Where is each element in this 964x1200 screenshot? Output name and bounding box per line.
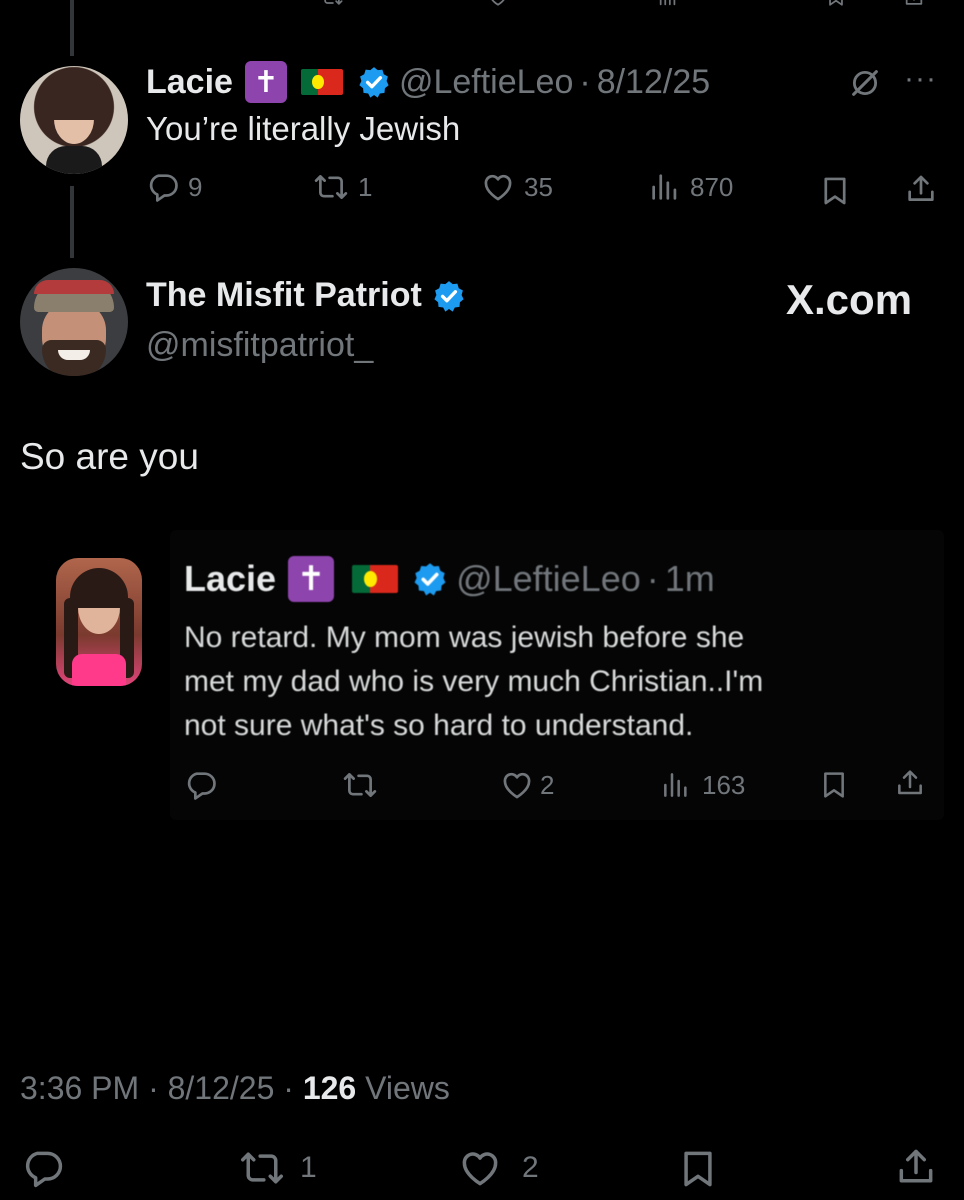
bookmark-icon-partial[interactable]: [822, 0, 850, 8]
embedded-views-count: 163: [702, 769, 746, 800]
embedded-like-count: 2: [540, 769, 555, 800]
embedded-tweet-time: 1m: [664, 558, 715, 599]
bookmark-icon: [818, 768, 850, 802]
repost-icon: [236, 1146, 288, 1190]
embedded-like: 2: [500, 768, 554, 802]
dot-separator: ·: [274, 1070, 303, 1106]
dot-separator: ·: [139, 1070, 168, 1106]
like-button[interactable]: 35: [480, 170, 553, 204]
tweet-text: You’re literally Jewish: [146, 110, 461, 147]
embedded-text-line: met my dad who is very much Christian..I…: [184, 665, 764, 698]
views-icon: [660, 768, 692, 802]
views-button[interactable]: 870: [648, 170, 733, 204]
embedded-author-name: Lacie: [184, 558, 277, 599]
embedded-avatar: [56, 558, 142, 686]
main-tweet-header: The Misfit Patriot: [146, 276, 466, 315]
share-icon[interactable]: [904, 172, 938, 206]
reply-icon: [184, 768, 218, 802]
like-count: 2: [522, 1151, 539, 1184]
author-name[interactable]: Lacie: [146, 63, 233, 102]
thread-line-top: [70, 0, 74, 56]
verified-icon: [432, 279, 466, 313]
like-count: 35: [524, 171, 553, 202]
reply-button[interactable]: 9: [146, 170, 202, 204]
repost-count: 1: [300, 1151, 317, 1184]
x-watermark: X.com: [786, 276, 913, 323]
cross-icon: ✝: [244, 61, 287, 103]
share-icon: [894, 766, 926, 800]
repost-icon: [312, 170, 350, 204]
dot-separator: ·: [646, 558, 659, 599]
repost-icon-partial[interactable]: [318, 0, 346, 8]
portugal-flag-icon: [352, 565, 399, 593]
avatar-misfit-patriot[interactable]: [20, 268, 128, 376]
embedded-tweet-header: Lacie ✝ @LeftieLeo · 1m: [184, 556, 715, 602]
embedded-views: 163: [660, 768, 745, 802]
embedded-tweet-text: No retard. My mom was jewish before she …: [184, 616, 763, 748]
portugal-flag-icon: [300, 69, 343, 95]
reply-icon[interactable]: [20, 1146, 66, 1190]
like-icon: [480, 170, 516, 204]
verified-icon: [412, 561, 448, 597]
views-icon: [648, 170, 682, 204]
parent-tweet-header: Lacie ✝ @LeftieLeo · 8/12/25: [146, 60, 710, 104]
tweet-timestamp-views: 3:36 PM · 8/12/25 · 126 Views: [20, 1070, 450, 1107]
author-handle[interactable]: @misfitpatriot_: [146, 326, 373, 365]
embedded-text-line: not sure what's so hard to understand.: [184, 709, 694, 742]
verified-icon: [357, 65, 391, 99]
embedded-text-line: No retard. My mom was jewish before she: [184, 621, 745, 654]
tweet-text: So are you: [20, 436, 199, 477]
repost-button[interactable]: 1: [236, 1146, 317, 1190]
repost-count: 1: [358, 171, 373, 202]
share-icon-partial[interactable]: [900, 0, 928, 8]
author-handle[interactable]: @LeftieLeo: [399, 63, 573, 102]
like-icon: [456, 1146, 504, 1190]
tweet-date[interactable]: 8/12/25: [168, 1070, 275, 1106]
repost-button[interactable]: 1: [312, 170, 372, 204]
repost-icon: [342, 768, 378, 802]
reply-icon: [146, 170, 180, 204]
reply-count: 9: [188, 171, 203, 202]
avatar-lacie[interactable]: [20, 66, 128, 174]
dot-separator: ·: [579, 62, 591, 101]
bookmark-icon[interactable]: [676, 1146, 720, 1192]
tweet-date[interactable]: 8/12/25: [597, 63, 710, 102]
more-options-icon[interactable]: ···: [904, 62, 937, 96]
author-name[interactable]: The Misfit Patriot: [146, 276, 422, 315]
grok-icon[interactable]: [848, 66, 882, 100]
embedded-tweet-image[interactable]: Lacie ✝ @LeftieLeo · 1m No retard. My mo…: [20, 530, 944, 830]
views-icon-partial[interactable]: [654, 0, 682, 8]
tweet-time[interactable]: 3:36 PM: [20, 1070, 139, 1106]
like-icon: [500, 768, 534, 802]
cross-icon: ✝: [288, 556, 335, 602]
views-count: 126: [302, 1070, 357, 1106]
views-label: Views: [365, 1070, 450, 1106]
like-button[interactable]: 2: [456, 1146, 539, 1190]
like-icon-partial[interactable]: [484, 0, 512, 8]
share-icon[interactable]: [894, 1144, 938, 1190]
embedded-author-handle: @LeftieLeo: [456, 558, 641, 599]
views-count: 870: [690, 171, 734, 202]
thread-line-middle: [70, 186, 74, 258]
bookmark-icon[interactable]: [818, 174, 852, 208]
